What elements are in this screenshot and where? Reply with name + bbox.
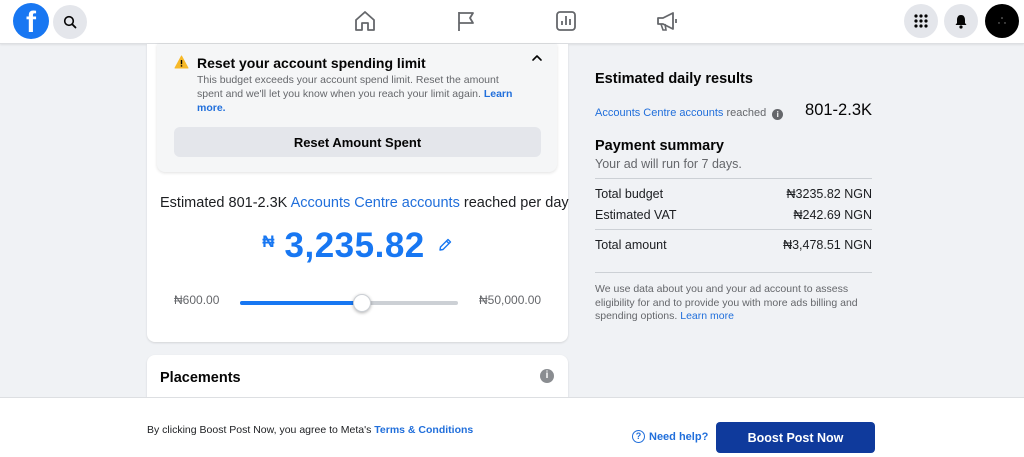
megaphone-icon [657, 12, 677, 31]
estimate-suffix: reached per day [459, 195, 569, 211]
row-label: Total amount [595, 238, 667, 252]
divider [595, 272, 872, 273]
estimated-vat-row: Estimated VAT ₦242.69 NGN [595, 208, 872, 222]
row-label: Total budget [595, 187, 664, 201]
reach-suffix: reached [723, 107, 767, 119]
budget-card: Reset your account spending limit This b… [147, 44, 569, 342]
ads-tab[interactable] [652, 6, 682, 36]
row-value: ₦3235.82 NGN [786, 187, 872, 201]
reach-label: Accounts Centre accounts reached i [595, 107, 784, 120]
divider [595, 178, 872, 179]
insights-icon [556, 11, 576, 31]
payment-duration-text: Your ad will run for 7 days. [595, 157, 742, 171]
terms-prefix: By clicking Boost Post Now, you agree to… [147, 424, 375, 436]
estimated-daily-results-title: Estimated daily results [595, 71, 753, 87]
avatar-image [998, 17, 1006, 24]
edit-pencil-icon[interactable] [437, 237, 453, 253]
search-icon [63, 15, 77, 29]
alert-body-text: This budget exceeds your account spend l… [197, 74, 499, 100]
notifications-button[interactable] [944, 4, 978, 38]
accounts-centre-link[interactable]: Accounts Centre accounts [291, 195, 460, 211]
placements-card: Placements i [147, 355, 568, 400]
facebook-logo[interactable]: f [13, 3, 49, 39]
budget-slider[interactable] [240, 294, 458, 312]
need-help-link[interactable]: ? Need help? [632, 430, 708, 443]
flag-icon [458, 12, 474, 31]
avatar[interactable] [985, 4, 1019, 38]
info-icon[interactable]: i [540, 369, 554, 383]
slider-thumb[interactable] [353, 294, 372, 312]
home-tab[interactable] [350, 6, 380, 36]
row-label: Estimated VAT [595, 208, 677, 222]
footer-bar: By clicking Boost Post Now, you agree to… [0, 397, 1024, 457]
boost-post-now-button[interactable]: Boost Post Now [716, 422, 875, 453]
pages-tab[interactable] [451, 6, 481, 36]
row-value: ₦3,478.51 NGN [783, 238, 872, 252]
help-icon: ? [632, 430, 645, 443]
notifications-icon [955, 14, 967, 29]
chevron-up-icon[interactable] [531, 53, 543, 63]
terms-text: By clicking Boost Post Now, you agree to… [147, 424, 473, 436]
note-learn-more-link[interactable]: Learn more [680, 310, 734, 322]
billing-data-note: We use data about you and your ad accoun… [595, 283, 865, 324]
placements-title: Placements [160, 370, 241, 386]
reach-value: 801-2.3K [805, 101, 872, 119]
row-value: ₦242.69 NGN [793, 208, 872, 222]
alert-body: This budget exceeds your account spend l… [197, 73, 527, 115]
alert-title: Reset your account spending limit [197, 55, 426, 71]
warning-icon [174, 55, 189, 69]
slider-fill [240, 301, 363, 305]
menu-grid-icon [914, 14, 928, 28]
search-button[interactable] [53, 5, 87, 39]
total-budget-row: Total budget ₦3235.82 NGN [595, 187, 872, 201]
estimate-prefix: Estimated 801-2.3K [160, 195, 291, 211]
home-icon [355, 11, 375, 31]
payment-summary-title: Payment summary [595, 138, 724, 154]
info-icon[interactable]: i [772, 109, 784, 120]
need-help-label: Need help? [649, 430, 709, 443]
daily-budget-amount: 3,235.82 [284, 226, 425, 265]
slider-min-label: ₦600.00 [174, 293, 220, 307]
estimated-reach-text: Estimated 801-2.3K Accounts Centre accou… [160, 195, 569, 211]
daily-budget-display: ₦ 3,235.82 [147, 226, 568, 266]
insights-tab[interactable] [551, 6, 581, 36]
spending-limit-alert: Reset your account spending limit This b… [157, 44, 557, 172]
total-amount-row: Total amount ₦3,478.51 NGN [595, 238, 872, 252]
slider-max-label: ₦50,000.00 [479, 293, 542, 307]
terms-conditions-link[interactable]: Terms & Conditions [374, 424, 473, 436]
menu-button[interactable] [904, 4, 938, 38]
currency-symbol: ₦ [262, 232, 275, 251]
divider [595, 229, 872, 230]
accounts-centre-accounts-link[interactable]: Accounts Centre accounts [595, 107, 723, 119]
reset-amount-spent-button[interactable]: Reset Amount Spent [174, 127, 541, 157]
top-navigation-bar: f [0, 0, 1024, 44]
